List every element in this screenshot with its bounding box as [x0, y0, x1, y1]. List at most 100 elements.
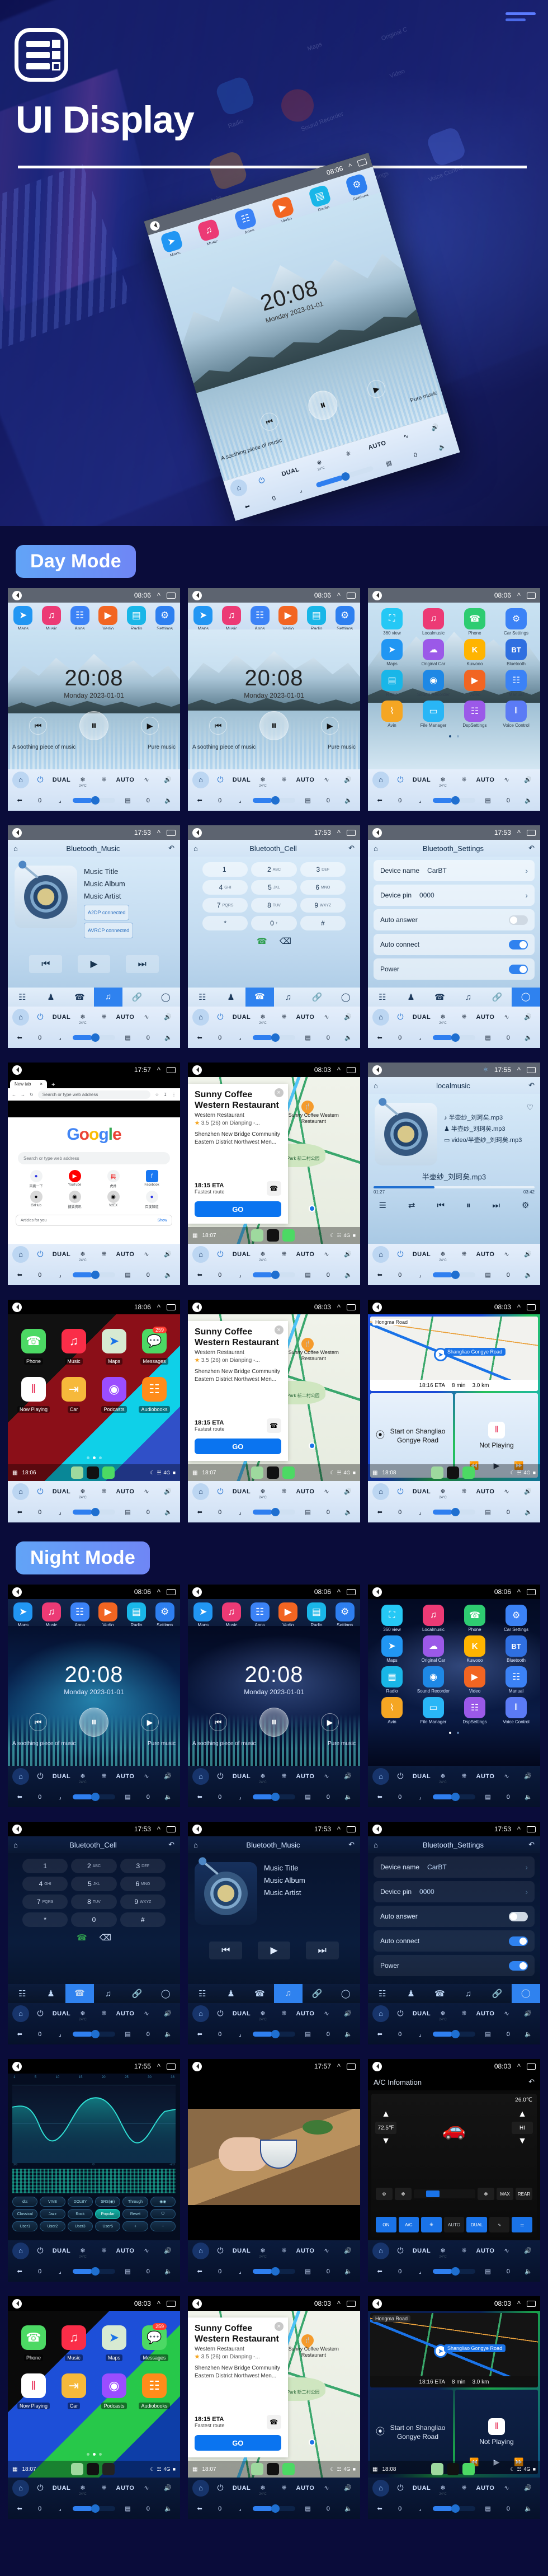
fan-speed-slider[interactable] — [73, 796, 115, 805]
tab-contacts[interactable]: ♟ — [396, 992, 425, 1002]
dsp-increase-button[interactable]: + — [122, 2221, 148, 2231]
seat-heater-icon[interactable]: ▤ — [299, 1793, 318, 1801]
air-recirculation-icon[interactable]: ⎈ — [454, 2010, 474, 2017]
phone-icon[interactable] — [282, 2463, 295, 2475]
screenshot-ac-information-night[interactable]: 08:03 ^ A/C Infomation ↶ 26.0℃ ▲ 72.5℉ ▼… — [368, 2059, 540, 2282]
power-icon[interactable]: ⏻ — [390, 775, 410, 784]
dsp-dts-button[interactable]: dts — [12, 2197, 38, 2207]
music-icon[interactable] — [267, 1229, 280, 1242]
back-icon[interactable] — [192, 1587, 202, 1597]
dial-key-star[interactable]: * — [202, 916, 248, 930]
auto-label[interactable]: AUTO — [115, 1773, 135, 1780]
dsp-eq-chart[interactable] — [12, 2085, 176, 2163]
volume-up-icon[interactable]: 🔊 — [338, 2484, 358, 2492]
chevron-up-icon[interactable]: ^ — [347, 161, 353, 170]
fan-speed-bar[interactable] — [414, 2189, 475, 2198]
app-voice-control[interactable]: ‖ Voice Control — [495, 701, 537, 728]
tab-call-log[interactable]: ☎ — [65, 992, 94, 1002]
dial-key-0[interactable]: 0 — [71, 1912, 117, 1927]
seat-icon[interactable]: ⌟ — [230, 797, 249, 804]
back-arrow-icon[interactable]: ⬅ — [190, 1271, 209, 1278]
setting-device-name[interactable]: Device name CarBT › — [374, 860, 535, 881]
back-icon[interactable] — [149, 219, 161, 232]
music-icon[interactable] — [267, 1466, 280, 1479]
volume-down-icon[interactable]: 🔈 — [339, 1271, 358, 1278]
slider-thumb[interactable] — [91, 1271, 100, 1279]
rear-defrost-icon[interactable]: ∿ — [316, 2010, 337, 2017]
slider-thumb[interactable] — [451, 2504, 460, 2513]
map-view[interactable]: 🍴 Sunny Coffee Western Restaurant Xin'er… — [188, 2311, 360, 2478]
recents-icon[interactable] — [167, 592, 176, 599]
dial-key-5[interactable]: 5 JKL — [71, 1877, 117, 1891]
seat-icon[interactable]: ⌟ — [230, 1271, 249, 1278]
app-dsp-settings[interactable]: ☷ DspSettings — [454, 701, 495, 728]
tab-link[interactable]: 🔗 — [483, 992, 511, 1002]
back-icon[interactable] — [12, 2061, 22, 2071]
power-icon[interactable]: ⏻ — [210, 1487, 230, 1496]
auto-label[interactable]: AUTO — [295, 2010, 315, 2017]
slider-thumb[interactable] — [271, 1793, 280, 1801]
shortcut-maps[interactable]: ➤ Maps — [190, 1602, 216, 1628]
rear-defrost-icon[interactable]: ∿ — [136, 2010, 157, 2017]
screenshot-carplay-day[interactable]: 18:06 ^ ☎ Phone ♫ Music ➤ Maps 💬 259 Messages… — [8, 1300, 180, 1522]
chevron-up-icon[interactable]: ^ — [157, 1066, 160, 1074]
recents-icon[interactable] — [357, 158, 367, 167]
home-icon[interactable]: ⌂ — [372, 1008, 389, 1026]
dual-label[interactable]: DUAL — [412, 1014, 432, 1021]
recents-icon[interactable] — [347, 2063, 356, 2070]
page-dot[interactable] — [86, 2453, 89, 2456]
fan-speed-slider[interactable] — [433, 2030, 475, 2038]
snowflake-icon[interactable]: ❄ 24°C — [433, 1251, 453, 1262]
dual-label[interactable]: DUAL — [412, 1251, 432, 1258]
air-recirculation-icon[interactable]: ⎈ — [454, 1773, 474, 1780]
rear-defrost-icon[interactable]: ∿ — [489, 2217, 510, 2232]
dial-key-7[interactable]: 7 PQRS — [22, 1895, 68, 1909]
back-arrow-icon[interactable]: ⬅ — [190, 2030, 209, 2038]
shortcut-music[interactable]: ♫ Music — [38, 606, 65, 631]
seat-heater-icon[interactable]: ▤ — [479, 1271, 498, 1278]
back-arrow-icon[interactable]: ⬅ — [190, 2505, 209, 2512]
seat-icon[interactable]: ⌟ — [230, 2505, 249, 2512]
recents-icon[interactable] — [527, 1304, 536, 1310]
temp-up-icon[interactable]: ▲ — [375, 2109, 397, 2119]
volume-down-icon[interactable]: 🔈 — [519, 1508, 538, 1516]
tab-call-log[interactable]: ☎ — [245, 1989, 274, 1999]
ac-dual-button[interactable]: DUAL — [466, 2217, 487, 2232]
app-voice-control[interactable]: ‖ Voice Control — [495, 1697, 537, 1724]
page-dot-active[interactable] — [92, 1456, 96, 1459]
slider-thumb[interactable] — [451, 1508, 460, 1516]
auto-label[interactable]: AUTO — [475, 2485, 495, 2492]
tab-settings[interactable]: ◯ — [332, 1989, 360, 1999]
dial-key-0[interactable]: 0 + — [251, 916, 297, 930]
home-icon[interactable]: ⌂ — [372, 1768, 389, 1785]
carplay-app-audiobooks[interactable]: ☷ Audiobooks — [134, 2373, 174, 2410]
back-icon[interactable] — [12, 1065, 22, 1075]
air-recirculation-icon[interactable]: ⎈ — [274, 1488, 294, 1495]
chevron-up-icon[interactable]: ^ — [517, 1825, 521, 1834]
tab-dialpad[interactable]: ☷ — [8, 992, 36, 1002]
app-360-view[interactable]: ⛶ 360 view — [371, 1605, 413, 1632]
stereo-icon[interactable]: ◉◉ — [150, 2197, 176, 2207]
skip-previous-icon[interactable]: ⏮ — [209, 1942, 243, 1959]
dsp-user1-button[interactable]: User1 — [12, 2221, 38, 2231]
browser-tab[interactable]: New tab × — [10, 1080, 48, 1088]
temp-down-icon[interactable]: ▼ — [511, 2136, 533, 2146]
volume-down-icon[interactable]: 🔈 — [159, 2030, 178, 2038]
volume-up-icon[interactable]: 🔊 — [158, 1013, 178, 1021]
tile-sohu[interactable]: ◉ 搜狐资讯 — [55, 1191, 94, 1209]
dsp-band-bars[interactable] — [12, 2169, 176, 2193]
app-avin[interactable]: ⌇ Avin — [371, 1697, 413, 1724]
maps-icon[interactable] — [431, 1466, 444, 1479]
dsp-through-button[interactable]: Through — [122, 2197, 148, 2207]
page-dot-active[interactable] — [448, 735, 451, 737]
play-icon[interactable]: ▶ — [321, 1713, 339, 1731]
volume-up-icon[interactable]: 🔊 — [518, 1773, 538, 1780]
volume-up-icon[interactable]: 🔊 — [518, 1013, 538, 1021]
volume-up-icon[interactable]: 🔊 — [518, 2010, 538, 2017]
home-icon[interactable]: ⌂ — [12, 2005, 29, 2022]
maps-icon[interactable] — [431, 2463, 444, 2475]
volume-up-icon[interactable]: 🔊 — [158, 1773, 178, 1780]
tab-contacts[interactable]: ♟ — [396, 1989, 425, 1999]
power-icon[interactable]: ⏻ — [210, 2483, 230, 2493]
rear-defrost-icon[interactable]: ∿ — [136, 776, 157, 783]
